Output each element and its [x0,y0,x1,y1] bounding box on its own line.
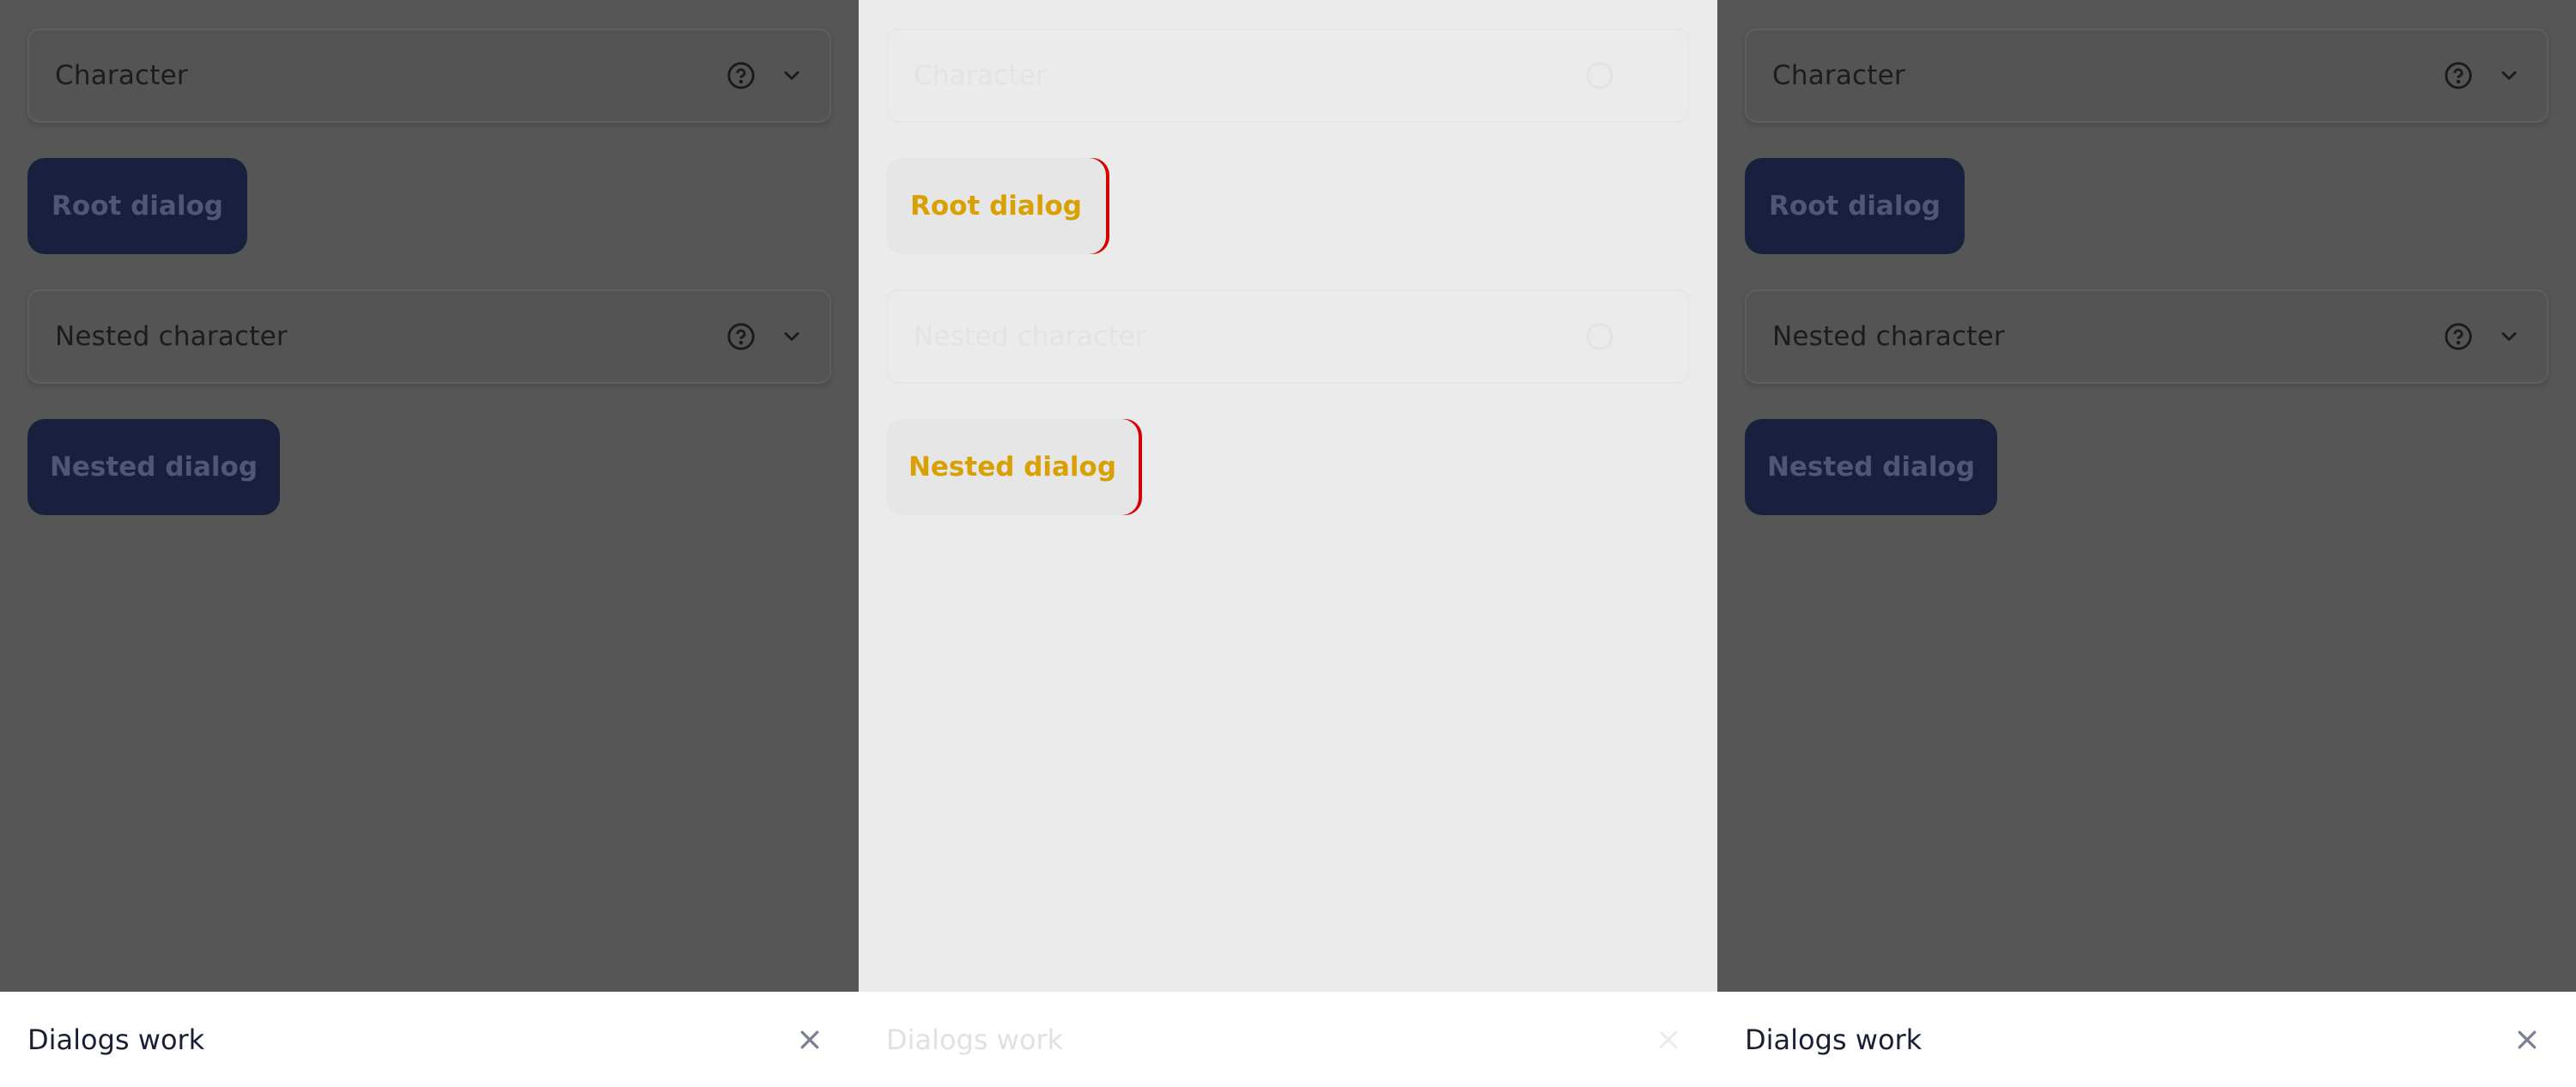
help-circle-icon[interactable] [1585,322,1614,351]
nested-dialog-button[interactable]: Nested dialog [1745,419,1997,515]
dialog-footer: Dialogs work [1717,992,2576,1087]
close-icon[interactable] [2514,1027,2540,1053]
dialog-title: Dialogs work [1745,1023,1923,1056]
chevron-down-icon[interactable] [780,325,804,349]
nested-dialog-button[interactable]: Nested dialog [886,419,1139,515]
help-circle-icon[interactable] [1585,61,1614,90]
chevron-down-icon[interactable] [1638,325,1662,349]
character-select[interactable]: Character [1745,28,2549,123]
chevron-down-icon[interactable] [2497,325,2521,349]
chevron-down-icon[interactable] [1638,64,1662,88]
close-icon[interactable] [797,1027,823,1053]
dialog-footer: Dialogs work [0,992,859,1087]
nested-dialog-button[interactable]: Nested dialog [27,419,280,515]
nested-character-select-label: Nested character [914,321,1146,352]
help-circle-icon[interactable] [726,322,756,351]
chevron-down-icon[interactable] [2497,64,2521,88]
character-select[interactable]: Character [886,28,1690,123]
nested-character-select[interactable]: Nested character [1745,289,2549,384]
help-circle-icon[interactable] [726,61,756,90]
panel-actual: Character Root dialog Nested character N… [1717,0,2576,1087]
nested-character-select-label: Nested character [1772,321,2005,352]
comparison-view: Character Root dialog Nested character N… [0,0,2576,1087]
help-circle-icon[interactable] [2444,61,2473,90]
root-dialog-button[interactable]: Root dialog [1745,158,1965,254]
root-dialog-button[interactable]: Root dialog [27,158,247,254]
chevron-down-icon[interactable] [780,64,804,88]
root-dialog-button[interactable]: Root dialog [886,158,1106,254]
character-select[interactable]: Character [27,28,831,123]
nested-character-select[interactable]: Nested character [27,289,831,384]
panel-diff: Character Root dialog Nested character N… [859,0,1717,1087]
dialog-title: Dialogs work [886,1023,1064,1056]
dialog-title: Dialogs work [27,1023,205,1056]
nested-character-select-label: Nested character [55,321,288,352]
close-icon[interactable] [1656,1027,1681,1053]
dialog-footer: Dialogs work [859,992,1717,1087]
character-select-label: Character [55,60,188,91]
panel-expected: Character Root dialog Nested character N… [0,0,859,1087]
nested-character-select[interactable]: Nested character [886,289,1690,384]
help-circle-icon[interactable] [2444,322,2473,351]
character-select-label: Character [1772,60,1905,91]
character-select-label: Character [914,60,1047,91]
